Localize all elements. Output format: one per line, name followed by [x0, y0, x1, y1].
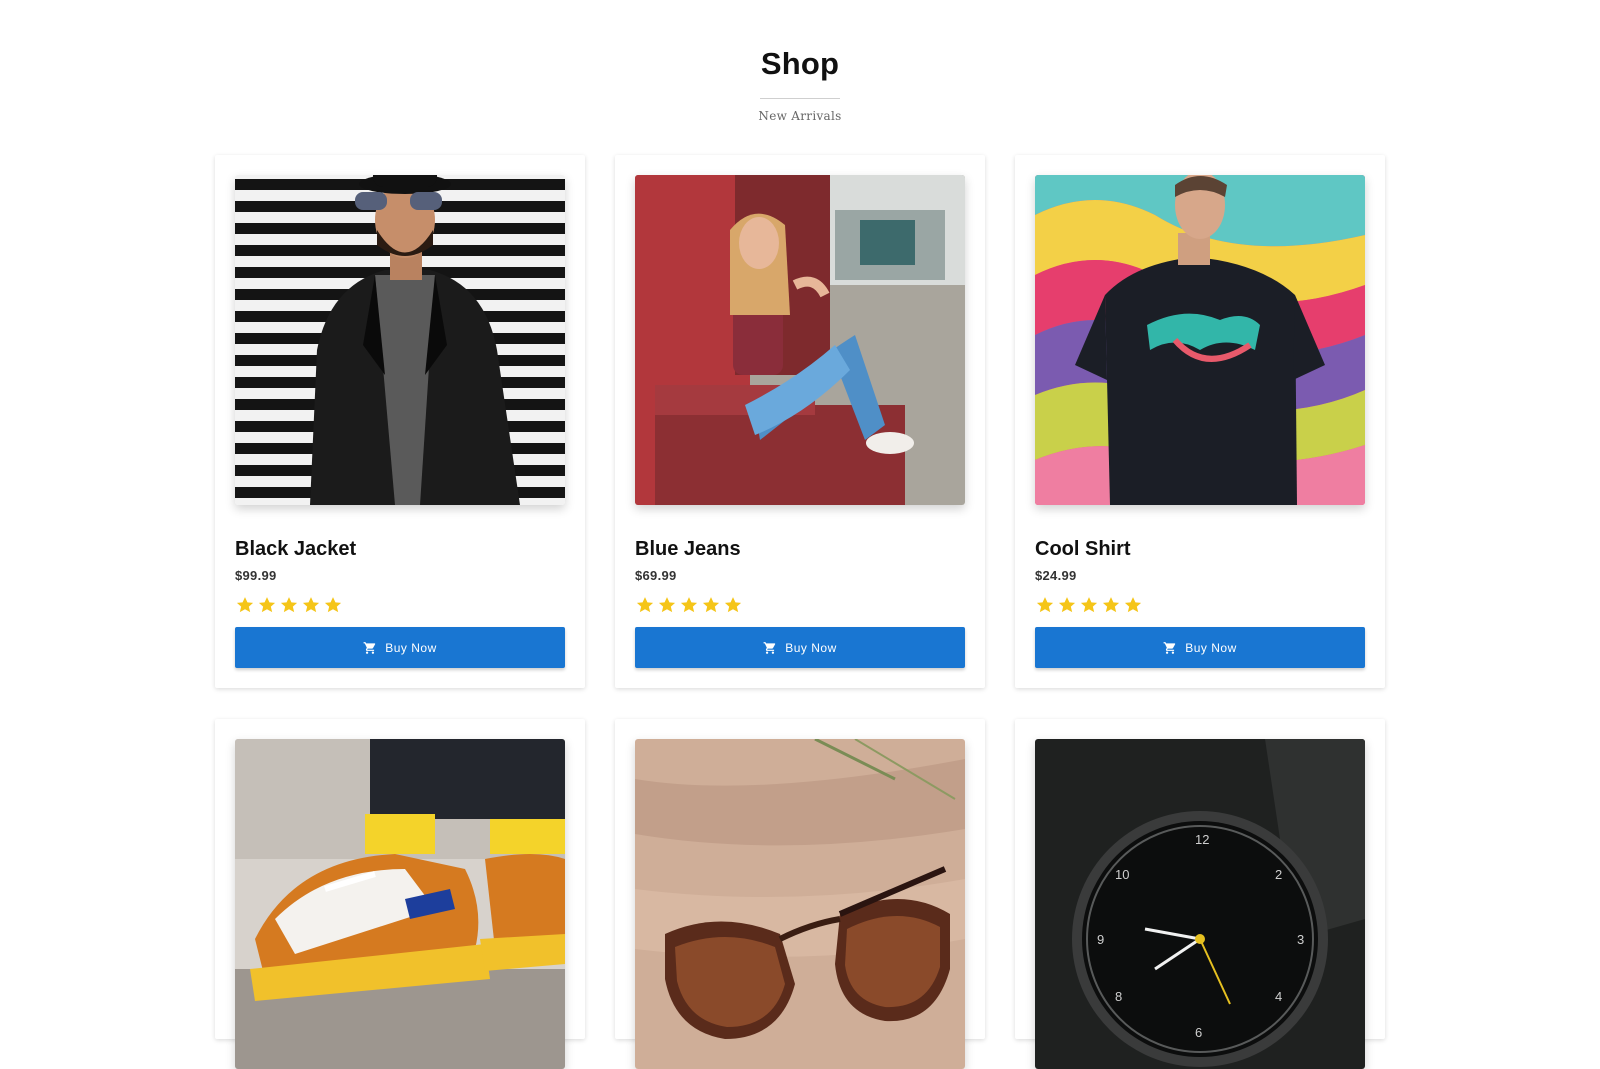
product-card: Cool Shirt $24.99 Buy Now	[1015, 155, 1385, 688]
svg-text:12: 12	[1195, 832, 1209, 847]
product-image[interactable]	[235, 739, 565, 1069]
star-icon	[1079, 595, 1099, 615]
man-in-graphic-tshirt-image	[1035, 175, 1365, 505]
title-divider	[760, 98, 840, 99]
man-in-black-leather-jacket-image	[235, 175, 565, 505]
cart-icon	[1163, 641, 1177, 655]
star-icon	[301, 595, 321, 615]
svg-text:9: 9	[1097, 932, 1104, 947]
black-wristwatch-image: 12 2 3 4 6 8 9 10	[1035, 739, 1365, 1069]
product-card: 12 2 3 4 6 8 9 10	[1015, 719, 1385, 1069]
page-header: Shop New Arrivals	[0, 46, 1600, 123]
product-price: $24.99	[1035, 568, 1077, 583]
product-image[interactable]	[235, 175, 565, 505]
star-icon	[1123, 595, 1143, 615]
star-rating	[635, 595, 743, 615]
star-icon	[679, 595, 699, 615]
cart-icon	[363, 641, 377, 655]
buy-now-button[interactable]: Buy Now	[635, 627, 965, 668]
woman-in-blue-jeans-sitting-image	[635, 175, 965, 505]
buy-now-button[interactable]: Buy Now	[235, 627, 565, 668]
star-icon	[235, 595, 255, 615]
star-icon	[1035, 595, 1055, 615]
star-icon	[279, 595, 299, 615]
star-icon	[1101, 595, 1121, 615]
star-rating	[235, 595, 343, 615]
product-card: Black Jacket $99.99 Buy Now	[215, 155, 585, 688]
star-icon	[257, 595, 277, 615]
star-icon	[723, 595, 743, 615]
svg-text:2: 2	[1275, 867, 1282, 882]
page-subtitle: New Arrivals	[758, 109, 842, 123]
page-title: Shop	[760, 46, 840, 81]
buy-now-button[interactable]: Buy Now	[1035, 627, 1365, 668]
product-price: $99.99	[235, 568, 277, 583]
svg-text:3: 3	[1297, 932, 1304, 947]
svg-text:8: 8	[1115, 989, 1122, 1004]
product-price: $69.99	[635, 568, 677, 583]
product-image[interactable]	[635, 739, 965, 1069]
product-name[interactable]: Blue Jeans	[635, 538, 741, 561]
buy-now-label: Buy Now	[1185, 640, 1237, 655]
buy-now-label: Buy Now	[785, 640, 837, 655]
star-icon	[323, 595, 343, 615]
svg-text:10: 10	[1115, 867, 1129, 882]
star-icon	[701, 595, 721, 615]
star-icon	[1057, 595, 1077, 615]
product-name[interactable]: Cool Shirt	[1035, 538, 1131, 561]
product-image[interactable]: 12 2 3 4 6 8 9 10	[1035, 739, 1365, 1069]
orange-sneakers-image	[235, 739, 565, 1069]
star-icon	[635, 595, 655, 615]
sunglasses-on-sand-image	[635, 739, 965, 1069]
svg-text:6: 6	[1195, 1025, 1202, 1040]
product-card: Blue Jeans $69.99 Buy Now	[615, 155, 985, 688]
product-image[interactable]	[635, 175, 965, 505]
product-card	[615, 719, 985, 1069]
product-name[interactable]: Black Jacket	[235, 538, 356, 561]
svg-text:4: 4	[1275, 989, 1282, 1004]
cart-icon	[763, 641, 777, 655]
star-rating	[1035, 595, 1143, 615]
star-icon	[657, 595, 677, 615]
product-image[interactable]	[1035, 175, 1365, 505]
product-card	[215, 719, 585, 1069]
buy-now-label: Buy Now	[385, 640, 437, 655]
